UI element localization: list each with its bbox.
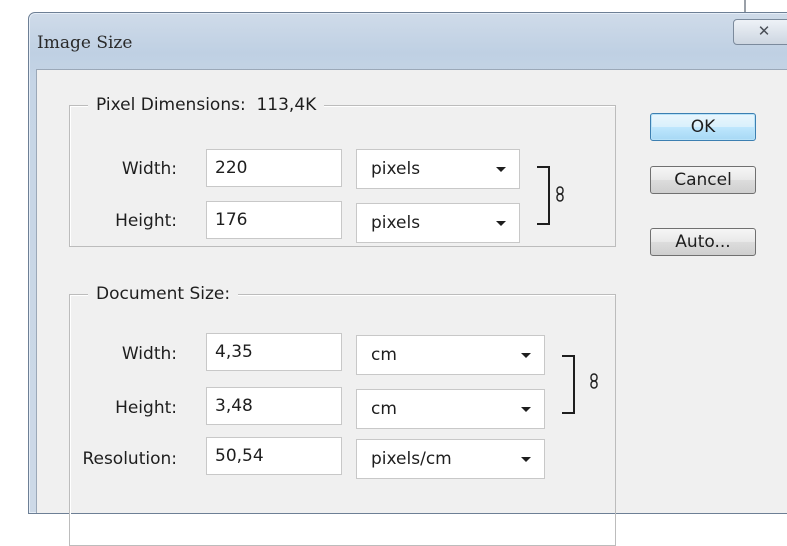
resolution-label: Resolution: (82, 449, 177, 469)
resolution-unit-value: pixels/cm (371, 449, 452, 469)
doc-height-unit-value: cm (371, 399, 397, 419)
chevron-down-icon (521, 407, 531, 412)
chain-link-icon (590, 373, 598, 389)
close-button[interactable]: ✕ (733, 19, 787, 45)
doc-height-label: Height: (115, 398, 177, 418)
background-left (0, 0, 30, 498)
pixel-dimensions-size: 113,4K (256, 95, 317, 115)
image-size-dialog: Image Size ✕ Pixel Dimensions: 113,4K Wi… (28, 12, 787, 546)
doc-constrain-bracket (562, 355, 575, 414)
pixel-height-unit-select[interactable]: pixels (356, 203, 520, 243)
dialog-client-area: Pixel Dimensions: 113,4K Width: 220 pixe… (36, 69, 787, 546)
chevron-down-icon (496, 167, 506, 172)
document-size-label: Document Size: (88, 284, 239, 304)
doc-width-unit-select[interactable]: cm (356, 335, 545, 375)
doc-width-label: Width: (121, 344, 177, 364)
chain-link-icon (556, 186, 564, 202)
resolution-input[interactable]: 50,54 (206, 437, 342, 475)
close-icon: ✕ (757, 22, 771, 40)
pixel-constrain-bracket (537, 166, 550, 225)
pixel-height-label: Height: (115, 211, 177, 231)
auto-button[interactable]: Auto... (650, 228, 756, 256)
chevron-down-icon (496, 221, 506, 226)
pixel-height-input[interactable]: 176 (206, 201, 342, 239)
doc-height-input[interactable]: 3,48 (206, 387, 342, 425)
pixel-width-label: Width: (121, 159, 177, 179)
pixel-width-unit-value: pixels (371, 159, 421, 179)
doc-height-unit-select[interactable]: cm (356, 389, 545, 429)
chevron-down-icon (521, 353, 531, 358)
pixel-height-unit-value: pixels (371, 213, 421, 233)
dialog-title: Image Size (37, 33, 133, 53)
ok-button[interactable]: OK (650, 113, 756, 141)
pixel-width-unit-select[interactable]: pixels (356, 149, 520, 189)
chevron-down-icon (521, 457, 531, 462)
pixel-width-input[interactable]: 220 (206, 149, 342, 187)
doc-width-input[interactable]: 4,35 (206, 333, 342, 371)
cancel-button[interactable]: Cancel (650, 166, 756, 194)
doc-width-unit-value: cm (371, 345, 397, 365)
pixel-dimensions-label: Pixel Dimensions: 113,4K (88, 95, 325, 115)
resolution-unit-select[interactable]: pixels/cm (356, 439, 545, 479)
